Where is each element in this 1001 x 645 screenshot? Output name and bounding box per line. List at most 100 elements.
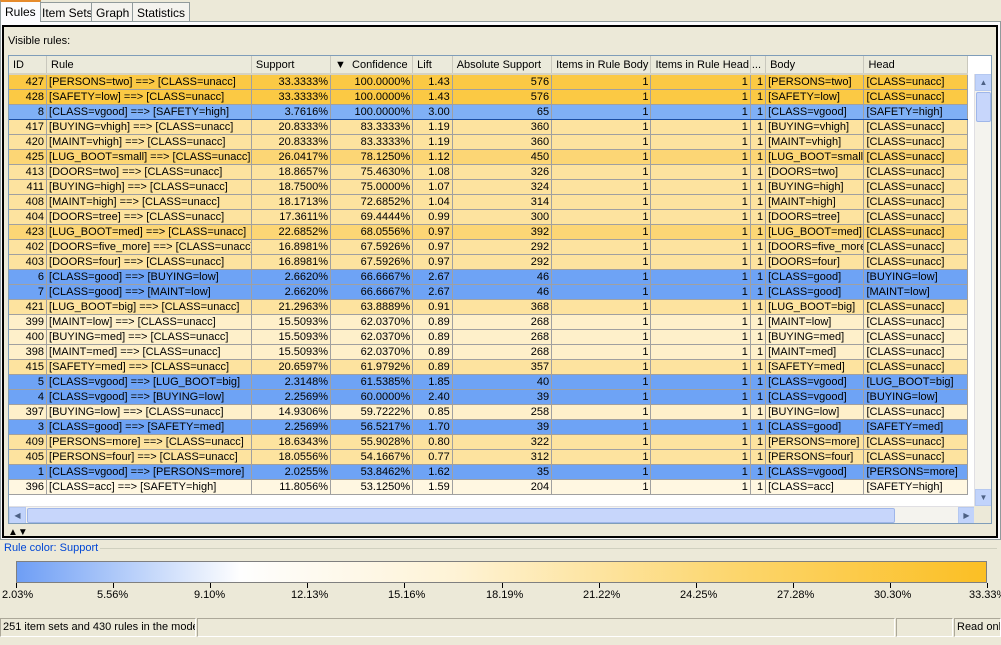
cell-head: [SAFETY=high] [863, 479, 968, 495]
table-row[interactable]: 396 [CLASS=acc] ==> [SAFETY=high] 11.8056%… [9, 479, 968, 495]
tab-rules[interactable]: Rules [0, 0, 41, 22]
table-row[interactable]: 6 [CLASS=good] ==> [BUYING=low] 2.6620% 66.… [9, 269, 968, 285]
vertical-scrollbar[interactable]: ▲ ▼ [974, 74, 991, 506]
rules-tab-panel: Visible rules: ID Rule Support ▼ Confide… [0, 21, 1001, 540]
legend-tick-mark [696, 583, 697, 588]
column-header-id[interactable]: ID [9, 56, 48, 75]
table-row[interactable]: 3 [CLASS=good] ==> [SAFETY=med] 2.2569% 56.… [9, 419, 968, 435]
cell-lift: 2.40 [412, 389, 453, 405]
column-header-items-in-rule-head[interactable]: Items in Rule Head [650, 56, 751, 75]
scroll-up-button[interactable]: ▲ [975, 74, 991, 91]
tab-item-sets[interactable]: Item Sets [37, 2, 98, 22]
cell-items-in-head: 1 [650, 104, 751, 120]
legend-tick-label: 15.16% [388, 589, 426, 601]
column-header-rule[interactable]: Rule [46, 56, 252, 75]
legend-divider [100, 548, 997, 549]
cell-head: [BUYING=low] [863, 389, 968, 405]
cell-id: 409 [9, 434, 48, 450]
column-header-items-in-rule-body[interactable]: Items in Rule Body [551, 56, 652, 75]
cell-support: 17.3611% [251, 209, 332, 225]
collapse-toggle-icon[interactable]: ▲▼ [8, 528, 28, 538]
horizontal-scroll-thumb[interactable] [27, 508, 895, 523]
cell-body: [LUG_BOOT=big] [765, 299, 865, 315]
cell-items-in-head: 1 [650, 329, 751, 345]
table-row[interactable]: 404 [DOORS=tree] ==> [CLASS=unacc] 17.3611… [9, 209, 968, 225]
table-row[interactable]: 402 [DOORS=five_more] ==> [CLASS=unacc] 16… [9, 239, 968, 255]
cell-lift: 3.00 [412, 104, 453, 120]
cell-confidence: 59.7222% [330, 404, 414, 420]
table-row[interactable]: 409 [PERSONS=more] ==> [CLASS=unacc] 18.63… [9, 434, 968, 450]
column-header-head[interactable]: Head [863, 56, 968, 75]
table-row[interactable]: 7 [CLASS=good] ==> [MAINT=low] 2.6620% 66.6… [9, 284, 968, 300]
cell-id: 1 [9, 464, 48, 480]
cell-items-in-body: 1 [551, 224, 652, 240]
table-row[interactable]: 415 [SAFETY=med] ==> [CLASS=unacc] 20.6597… [9, 359, 968, 375]
cell-absolute-support: 46 [452, 269, 553, 285]
table-row[interactable]: 421 [LUG_BOOT=big] ==> [CLASS=unacc] 21.29… [9, 299, 968, 315]
cell-confidence: 67.5926% [330, 254, 414, 270]
tab-statistics[interactable]: Statistics [132, 2, 191, 22]
table-row[interactable]: 1 [CLASS=vgood] ==> [PERSONS=more] 2.0255%… [9, 464, 968, 480]
cell-items-in-head: 1 [650, 284, 751, 300]
legend-tick-mark [404, 583, 405, 588]
cell-id: 417 [9, 119, 48, 135]
column-header-confidence[interactable]: ▼ Confidence [330, 56, 414, 75]
column-header-lift[interactable]: Lift [412, 56, 453, 75]
column-header-support[interactable]: Support [251, 56, 332, 75]
cell-absolute-support: 65 [452, 104, 553, 120]
legend-tick-mark [210, 583, 211, 588]
table-row[interactable]: 428 [SAFETY=low] ==> [CLASS=unacc] 33.3333… [9, 89, 968, 105]
cell-items-in-body: 1 [551, 449, 652, 465]
tab-graph[interactable]: Graph [91, 2, 135, 22]
cell-lift: 1.19 [412, 134, 453, 150]
cell-head: [CLASS=unacc] [863, 224, 968, 240]
cell-support: 16.8981% [251, 254, 332, 270]
cell-absolute-support: 268 [452, 344, 553, 360]
cell-confidence: 83.3333% [330, 119, 414, 135]
table-row[interactable]: 400 [BUYING=med] ==> [CLASS=unacc] 15.5093… [9, 329, 968, 345]
table-row[interactable]: 408 [MAINT=high] ==> [CLASS=unacc] 18.1713… [9, 194, 968, 210]
table-row[interactable]: 4 [CLASS=vgood] ==> [BUYING=low] 2.2569% 60… [9, 389, 968, 405]
cell-lift: 1.59 [412, 479, 453, 495]
column-header-more[interactable]: ... [750, 56, 767, 75]
cell-id: 405 [9, 449, 48, 465]
cell-absolute-support: 357 [452, 359, 553, 375]
scroll-down-button[interactable]: ▼ [975, 489, 991, 506]
column-header-body[interactable]: Body [765, 56, 865, 75]
table-row[interactable]: 398 [MAINT=med] ==> [CLASS=unacc] 15.5093%… [9, 344, 968, 360]
table-row[interactable]: 423 [LUG_BOOT=med] ==> [CLASS=unacc] 22.68… [9, 224, 968, 240]
cell-absolute-support: 292 [452, 239, 553, 255]
table-row[interactable]: 427 [PERSONS=two] ==> [CLASS=unacc] 33.333… [9, 74, 968, 90]
cell-items-in-head: 1 [650, 239, 751, 255]
cell-body: [CLASS=vgood] [765, 374, 865, 390]
column-header-absolute-support[interactable]: Absolute Support [452, 56, 553, 75]
table-row[interactable]: 8 [CLASS=vgood] ==> [SAFETY=high] 3.7616% 1… [9, 104, 968, 120]
table-row[interactable]: 420 [MAINT=vhigh] ==> [CLASS=unacc] 20.833… [9, 134, 968, 150]
cell-rule: [DOORS=five_more] ==> [CLASS=unacc] [46, 239, 252, 255]
cell-absolute-support: 39 [452, 419, 553, 435]
table-row[interactable]: 411 [BUYING=high] ==> [CLASS=unacc] 18.750… [9, 179, 968, 195]
rules-panel: Visible rules: ID Rule Support ▼ Confide… [2, 25, 998, 538]
table-row[interactable]: 399 [MAINT=low] ==> [CLASS=unacc] 15.5093%… [9, 314, 968, 330]
cell-extra: 1 [750, 479, 767, 495]
cell-items-in-head: 1 [650, 299, 751, 315]
cell-id: 4 [9, 389, 48, 405]
table-row[interactable]: 417 [BUYING=vhigh] ==> [CLASS=unacc] 20.83… [9, 119, 968, 135]
scroll-right-button[interactable]: ▶ [958, 507, 975, 523]
vertical-scroll-thumb[interactable] [976, 92, 991, 122]
cell-id: 8 [9, 104, 48, 120]
cell-id: 396 [9, 479, 48, 495]
scroll-left-button[interactable]: ◀ [9, 507, 26, 523]
cell-support: 15.5093% [251, 329, 332, 345]
horizontal-scrollbar[interactable]: ◀ ▶ [9, 506, 975, 523]
cell-items-in-head: 1 [650, 119, 751, 135]
cell-confidence: 100.0000% [330, 74, 414, 90]
table-row[interactable]: 403 [DOORS=four] ==> [CLASS=unacc] 16.8981… [9, 254, 968, 270]
table-row[interactable]: 413 [DOORS=two] ==> [CLASS=unacc] 18.8657%… [9, 164, 968, 180]
table-row[interactable]: 397 [BUYING=low] ==> [CLASS=unacc] 14.9306… [9, 404, 968, 420]
table-row[interactable]: 425 [LUG_BOOT=small] ==> [CLASS=unacc] 26.… [9, 149, 968, 165]
cell-lift: 0.99 [412, 209, 453, 225]
table-row[interactable]: 5 [CLASS=vgood] ==> [LUG_BOOT=big] 2.3148%… [9, 374, 968, 390]
table-row[interactable]: 405 [PERSONS=four] ==> [CLASS=unacc] 18.05… [9, 449, 968, 465]
cell-body: [PERSONS=two] [765, 74, 865, 90]
